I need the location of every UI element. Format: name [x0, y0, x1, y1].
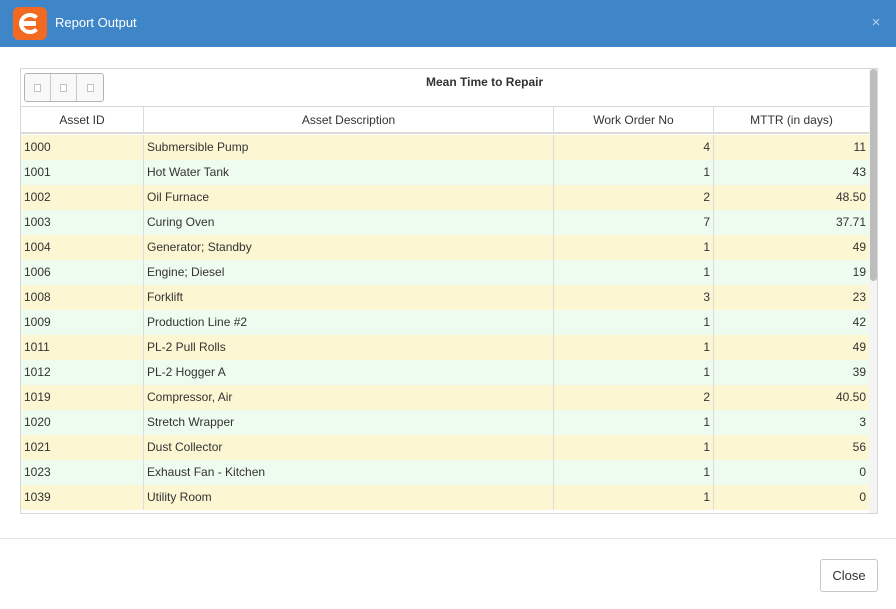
cell-asset-id: 1002	[21, 185, 144, 210]
cell-asset-id: 1009	[21, 310, 144, 335]
cell-mttr: 37.71	[835, 215, 866, 229]
cell-work-order-no: 7	[554, 210, 714, 235]
cell-mttr: 48.50	[835, 190, 866, 204]
cell-asset-description: Dust Collector	[144, 435, 554, 460]
cell-asset-id: 1019	[21, 385, 144, 410]
table-row[interactable]: 1020 Stretch Wrapper 1 3	[21, 410, 869, 435]
cell-work-order-no: 1	[554, 410, 714, 435]
dialog-titlebar: Report Output ×	[0, 0, 896, 47]
table-row[interactable]: 1021 Dust Collector 1 56	[21, 435, 869, 460]
cell-mttr: 43	[852, 165, 866, 179]
cell-asset-description: Engine; Diesel	[144, 260, 554, 285]
close-button[interactable]: Close	[820, 559, 878, 592]
cell-asset-description: Compressor, Air	[144, 385, 554, 410]
column-header-asset-description[interactable]: Asset Description	[144, 107, 554, 134]
table-header: Asset ID Asset Description Work Order No…	[21, 107, 869, 134]
cell-asset-id: 1008	[21, 285, 144, 310]
table-row[interactable]: 1003 Curing Oven 7 37.71	[21, 210, 869, 235]
cell-asset-id: 1012	[21, 360, 144, 385]
cell-asset-id: 1000	[21, 135, 144, 160]
cell-work-order-no: 1	[554, 460, 714, 485]
cell-asset-description: Forklift	[144, 285, 554, 310]
cell-mttr: 49	[852, 340, 866, 354]
copy-icon	[86, 83, 94, 92]
cell-work-order-no: 1	[554, 360, 714, 385]
table-row[interactable]: 1004 Generator; Standby 1 49	[21, 235, 869, 260]
cell-asset-description: Submersible Pump	[144, 135, 554, 160]
cell-work-order-no: 1	[554, 435, 714, 460]
cell-mttr: 42	[852, 315, 866, 329]
report-title: Mean Time to Repair	[426, 75, 544, 89]
table-row[interactable]: 1008 Forklift 3 23	[21, 285, 869, 310]
cell-mttr: 40.50	[835, 390, 866, 404]
cell-mttr: 0	[859, 465, 866, 479]
print-button[interactable]	[51, 74, 77, 101]
copy-button[interactable]	[77, 74, 103, 101]
cell-mttr: 56	[852, 440, 866, 454]
cell-asset-description: Utility Room	[144, 485, 554, 510]
table-row[interactable]: 1019 Compressor, Air 2 40.50	[21, 385, 869, 410]
table-row[interactable]: 1006 Engine; Diesel 1 19	[21, 260, 869, 285]
print-icon	[60, 83, 67, 92]
report-viewer: Mean Time to Repair Asset ID Asset Descr…	[20, 68, 878, 514]
export-button[interactable]	[25, 74, 51, 101]
table-row[interactable]: 1023 Exhaust Fan - Kitchen 1 0	[21, 460, 869, 485]
table-row[interactable]: 1012 PL-2 Hogger A 1 39	[21, 360, 869, 385]
table-row[interactable]: 1002 Oil Furnace 2 48.50	[21, 185, 869, 210]
cell-mttr: 11	[853, 140, 866, 154]
table-row[interactable]: 1000 Submersible Pump 4 11	[21, 135, 869, 160]
cell-work-order-no: 2	[554, 385, 714, 410]
cell-work-order-no: 1	[554, 485, 714, 510]
scrollbar-thumb[interactable]	[870, 69, 877, 281]
cell-work-order-no: 4	[554, 135, 714, 160]
cell-asset-id: 1006	[21, 260, 144, 285]
cell-asset-description: Hot Water Tank	[144, 160, 554, 185]
table-row[interactable]: 1009 Production Line #2 1 42	[21, 310, 869, 335]
cell-asset-description: Oil Furnace	[144, 185, 554, 210]
cell-asset-description: Production Line #2	[144, 310, 554, 335]
cell-asset-id: 1011	[21, 335, 144, 360]
table-row[interactable]: 1039 Utility Room 1 0	[21, 485, 869, 510]
column-header-asset-id[interactable]: Asset ID	[21, 107, 144, 134]
cell-asset-id: 1004	[21, 235, 144, 260]
cell-asset-description: Generator; Standby	[144, 235, 554, 260]
cell-asset-id: 1039	[21, 485, 144, 510]
cell-asset-id: 1001	[21, 160, 144, 185]
cell-asset-id: 1023	[21, 460, 144, 485]
cell-asset-description: PL-2 Pull Rolls	[144, 335, 554, 360]
cell-work-order-no: 1	[554, 160, 714, 185]
cell-asset-id: 1003	[21, 210, 144, 235]
cell-work-order-no: 3	[554, 285, 714, 310]
table-row[interactable]: 1011 PL-2 Pull Rolls 1 49	[21, 335, 869, 360]
cell-asset-description: Stretch Wrapper	[144, 410, 554, 435]
cell-work-order-no: 2	[554, 185, 714, 210]
toolbar-button-group	[24, 73, 104, 102]
cell-asset-description: PL-2 Hogger A	[144, 360, 554, 385]
footer-divider	[0, 538, 896, 539]
cell-work-order-no: 1	[554, 235, 714, 260]
report-output-dialog: Report Output × Mean Time to Repair Asse…	[0, 0, 896, 609]
cell-work-order-no: 1	[554, 335, 714, 360]
dialog-title: Report Output	[55, 15, 137, 30]
close-icon[interactable]: ×	[869, 15, 883, 31]
app-logo-icon	[13, 7, 47, 40]
column-header-mttr[interactable]: MTTR (in days)	[714, 107, 869, 134]
cell-mttr: 49	[852, 240, 866, 254]
cell-asset-id: 1021	[21, 435, 144, 460]
cell-asset-id: 1020	[21, 410, 144, 435]
table-row[interactable]: 1001 Hot Water Tank 1 43	[21, 160, 869, 185]
cell-mttr: 23	[852, 290, 866, 304]
export-icon	[34, 83, 41, 92]
cell-mttr: 19	[852, 265, 866, 279]
cell-asset-description: Exhaust Fan - Kitchen	[144, 460, 554, 485]
cell-mttr: 39	[852, 365, 866, 379]
cell-mttr: 0	[859, 490, 866, 504]
cell-work-order-no: 1	[554, 260, 714, 285]
cell-mttr: 3	[859, 415, 866, 429]
report-toolbar: Mean Time to Repair	[21, 69, 869, 107]
column-header-work-order-no[interactable]: Work Order No	[554, 107, 714, 134]
cell-asset-description: Curing Oven	[144, 210, 554, 235]
cell-work-order-no: 1	[554, 310, 714, 335]
vertical-scrollbar[interactable]	[869, 69, 877, 513]
